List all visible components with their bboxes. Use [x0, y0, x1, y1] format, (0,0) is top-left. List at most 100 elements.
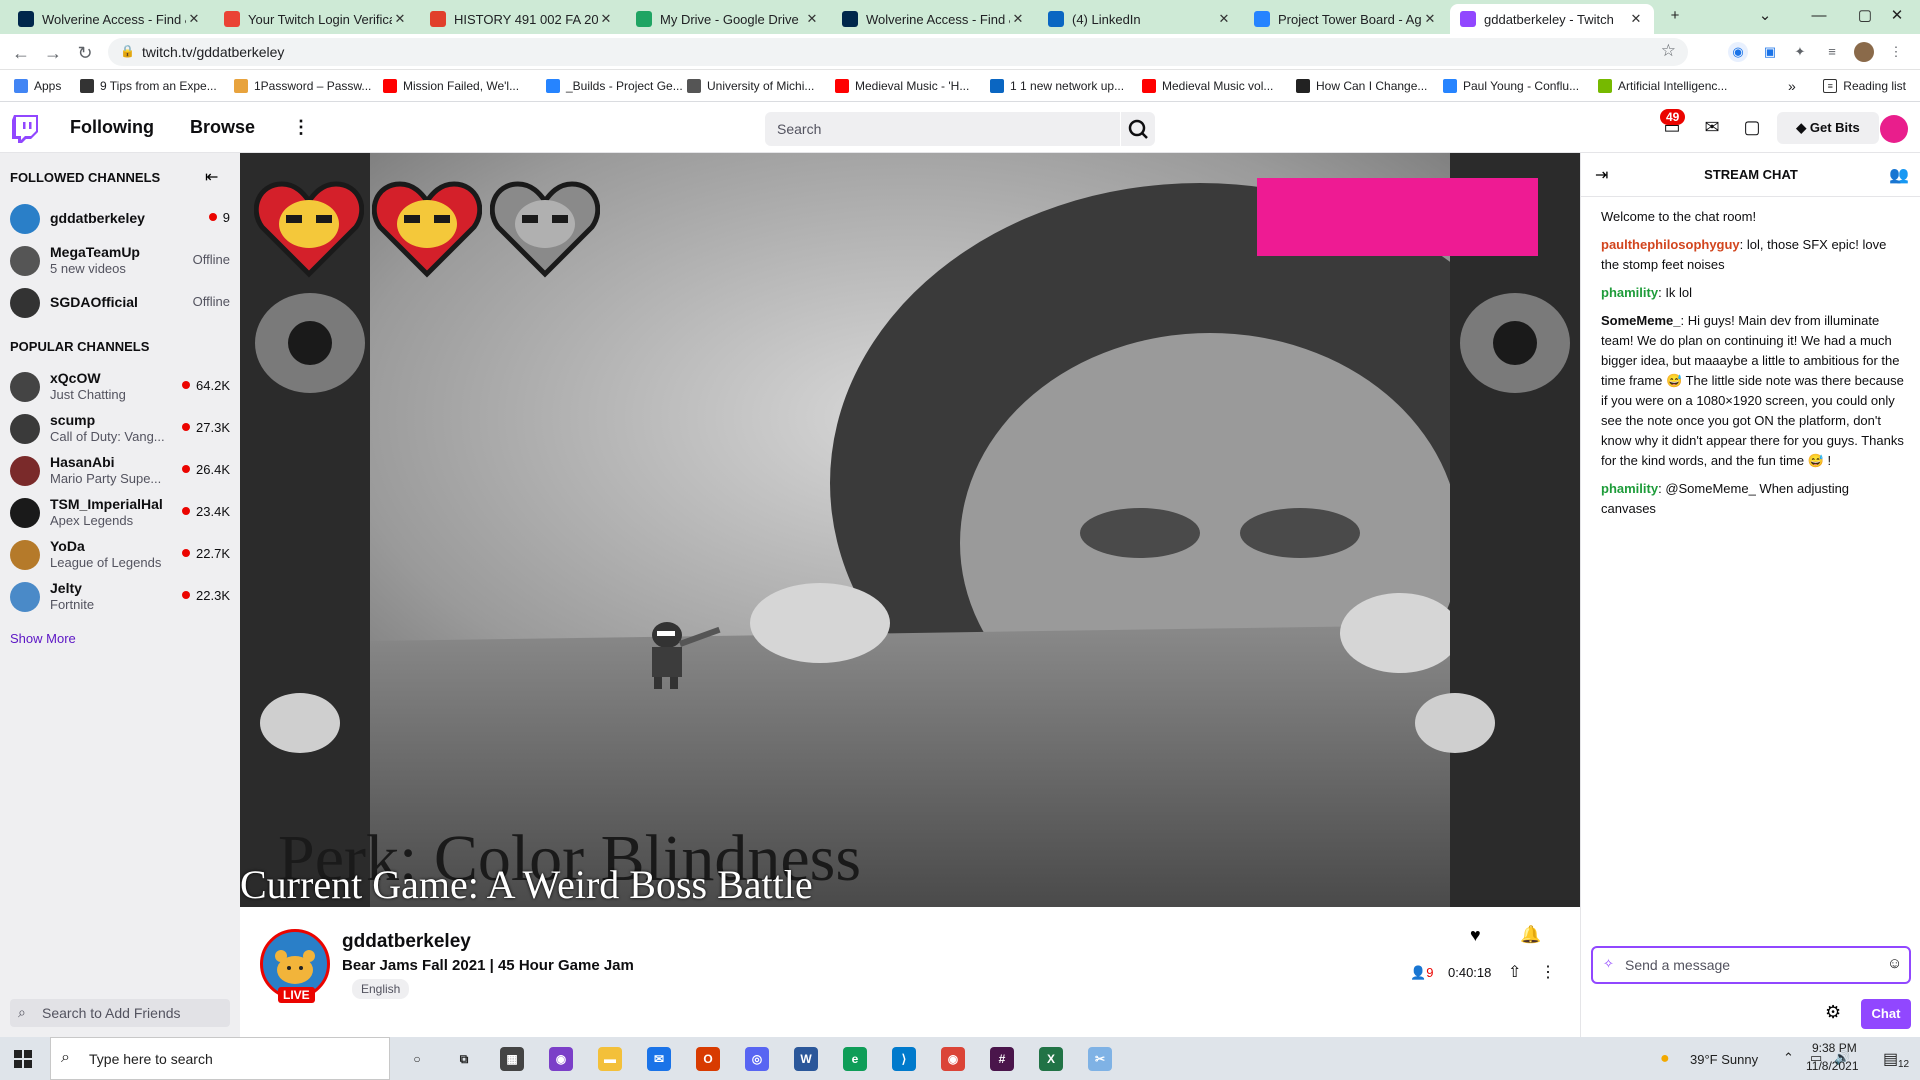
- chat-users-icon[interactable]: 👥: [1889, 165, 1909, 185]
- browser-tab[interactable]: (4) LinkedIn ✕: [1038, 4, 1242, 34]
- store-icon[interactable]: ▦: [500, 1047, 524, 1071]
- bookmark-item[interactable]: 9 Tips from an Expe...: [80, 77, 217, 95]
- mail-icon[interactable]: ✉: [647, 1047, 671, 1071]
- new-tab-icon[interactable]: +: [1660, 4, 1690, 28]
- close-tab-icon[interactable]: ✕: [804, 11, 820, 27]
- chat-username[interactable]: SomeMeme_: [1601, 313, 1680, 328]
- follow-heart-icon[interactable]: ♥: [1470, 925, 1481, 946]
- browser-tab[interactable]: HISTORY 491 002 FA 2021 ✕: [420, 4, 624, 34]
- browser-menu-icon[interactable]: ⋮: [1886, 42, 1906, 62]
- close-tab-icon[interactable]: ✕: [598, 11, 614, 27]
- sidebar-channel-item[interactable]: scump Call of Duty: Vang... 27.3K: [0, 407, 240, 449]
- whispers-icon[interactable]: ▢: [1741, 117, 1763, 139]
- close-tab-icon[interactable]: ✕: [1216, 11, 1232, 27]
- vscode-icon[interactable]: ⟩: [892, 1047, 916, 1071]
- browser-tab[interactable]: Wolverine Access - Find & ✕: [8, 4, 212, 34]
- word-icon[interactable]: W: [794, 1047, 818, 1071]
- show-more-link[interactable]: Show More: [10, 631, 76, 646]
- more-options-icon[interactable]: ⋮: [1540, 962, 1556, 982]
- sidebar-channel-item[interactable]: gddatberkeley 9: [0, 197, 240, 239]
- excel-icon[interactable]: X: [1039, 1047, 1063, 1071]
- chat-username[interactable]: phamility: [1601, 481, 1658, 496]
- browser-tab[interactable]: My Drive - Google Drive ✕: [626, 4, 830, 34]
- sidebar-channel-item[interactable]: TSM_ImperialHal Apex Legends 23.4K: [0, 491, 240, 533]
- weather-text[interactable]: 39°F Sunny: [1690, 1052, 1758, 1067]
- action-center-icon[interactable]: ▤: [1883, 1049, 1898, 1069]
- friend-search-input[interactable]: ⌕ Search to Add Friends: [10, 999, 230, 1027]
- chat-send-button[interactable]: Chat: [1861, 999, 1911, 1029]
- search-input[interactable]: Search: [765, 112, 1120, 146]
- collapse-sidebar-icon[interactable]: ⇤: [205, 167, 218, 187]
- office-icon[interactable]: O: [696, 1047, 720, 1071]
- chat-settings-gear-icon[interactable]: ⚙: [1825, 1002, 1841, 1023]
- bookmark-item[interactable]: _Builds - Project Ge...: [546, 77, 683, 95]
- sidebar-channel-item[interactable]: MegaTeamUp 5 new videos Offline: [0, 239, 240, 281]
- bookmark-item[interactable]: Paul Young - Conflu...: [1443, 77, 1579, 95]
- language-tag[interactable]: English: [352, 979, 410, 999]
- taskbar-search-input[interactable]: ⌕ Type here to search: [50, 1037, 390, 1080]
- address-bar[interactable]: 🔒 twitch.tv/gddatberkeley ☆: [108, 38, 1688, 66]
- video-player[interactable]: Perk: Color Blindness Current Game: A We…: [240, 153, 1580, 907]
- close-tab-icon[interactable]: ✕: [186, 11, 202, 27]
- bookmark-item[interactable]: 1Password – Passw...: [234, 77, 371, 95]
- system-tray-chevron-icon[interactable]: ⌃: [1783, 1050, 1794, 1066]
- share-icon[interactable]: ⇧: [1508, 962, 1521, 982]
- minimize-icon[interactable]: —: [1796, 4, 1842, 28]
- bookmark-item[interactable]: Medieval Music - 'H...: [835, 77, 969, 95]
- browser-tab[interactable]: gddatberkeley - Twitch ✕: [1450, 4, 1654, 34]
- forward-icon[interactable]: →: [40, 40, 66, 66]
- close-tab-icon[interactable]: ✕: [1628, 11, 1644, 27]
- reading-list-button[interactable]: ≡ Reading list: [1823, 77, 1906, 95]
- channel-name[interactable]: gddatberkeley: [342, 931, 471, 953]
- close-tab-icon[interactable]: ✕: [1422, 11, 1438, 27]
- following-nav-link[interactable]: Following: [70, 117, 154, 138]
- profile-avatar[interactable]: [1854, 42, 1874, 62]
- browser-tab[interactable]: Your Twitch Login Verificat ✕: [214, 4, 418, 34]
- browse-nav-link[interactable]: Browse: [190, 117, 255, 138]
- bookmark-item[interactable]: Artificial Intelligenc...: [1598, 77, 1727, 95]
- browser-tab[interactable]: Project Tower Board - Agil ✕: [1244, 4, 1448, 34]
- task-view-icon[interactable]: ⧉: [452, 1047, 476, 1071]
- sidebar-channel-item[interactable]: SGDAOfficial Offline: [0, 281, 240, 323]
- screen-capture-icon[interactable]: ▣: [1760, 42, 1780, 62]
- bookmark-item[interactable]: Apps: [14, 77, 61, 95]
- windows-start-icon[interactable]: [14, 1050, 32, 1068]
- cortana-icon[interactable]: ○: [405, 1047, 429, 1071]
- slack-icon[interactable]: #: [990, 1047, 1014, 1071]
- podcast-app-icon[interactable]: ◉: [549, 1047, 573, 1071]
- bookmark-item[interactable]: How Can I Change...: [1296, 77, 1427, 95]
- sidebar-channel-item[interactable]: Jelty Fortnite 22.3K: [0, 575, 240, 617]
- media-control-icon[interactable]: ≡: [1822, 42, 1842, 62]
- bookmark-item[interactable]: 1 1 new network up...: [990, 77, 1124, 95]
- bookmark-item[interactable]: University of Michi...: [687, 77, 814, 95]
- inbox-icon[interactable]: ✉: [1701, 117, 1723, 139]
- chat-username[interactable]: phamility: [1601, 285, 1658, 300]
- bookmark-item[interactable]: Medieval Music vol...: [1142, 77, 1273, 95]
- sidebar-channel-item[interactable]: YoDa League of Legends 22.7K: [0, 533, 240, 575]
- bookmark-star-icon[interactable]: ☆: [1661, 41, 1676, 61]
- chat-message-input[interactable]: ✧ Send a message ☺: [1591, 946, 1911, 984]
- notification-bell-icon[interactable]: 🔔: [1520, 925, 1541, 945]
- chevron-down-icon[interactable]: ⌄: [1742, 4, 1788, 28]
- emote-picker-icon[interactable]: ☺: [1887, 955, 1902, 972]
- back-icon[interactable]: ←: [8, 40, 34, 66]
- edge-icon[interactable]: e: [843, 1047, 867, 1071]
- chat-username[interactable]: paulthephilosophyguy: [1601, 237, 1740, 252]
- reload-icon[interactable]: ↻: [72, 40, 98, 66]
- chrome-icon[interactable]: ◉: [941, 1047, 965, 1071]
- close-tab-icon[interactable]: ✕: [392, 11, 408, 27]
- browser-tab[interactable]: Wolverine Access - Find & ✕: [832, 4, 1036, 34]
- discord-icon[interactable]: ◎: [745, 1047, 769, 1071]
- twitch-logo-icon[interactable]: [12, 115, 38, 143]
- extension-icon[interactable]: ◉: [1728, 42, 1748, 62]
- close-window-icon[interactable]: ✕: [1874, 4, 1920, 28]
- search-button[interactable]: [1121, 112, 1155, 146]
- close-tab-icon[interactable]: ✕: [1010, 11, 1026, 27]
- channel-points-icon[interactable]: ✧: [1603, 956, 1614, 972]
- more-menu-icon[interactable]: ⋮: [292, 117, 310, 138]
- bookmark-item[interactable]: Mission Failed, We'l...: [383, 77, 519, 95]
- clock-date[interactable]: 11/8/2021: [1806, 1059, 1859, 1073]
- puzzle-extensions-icon[interactable]: ✦: [1790, 42, 1810, 62]
- user-avatar[interactable]: [1880, 115, 1908, 143]
- sidebar-channel-item[interactable]: HasanAbi Mario Party Supe... 26.4K: [0, 449, 240, 491]
